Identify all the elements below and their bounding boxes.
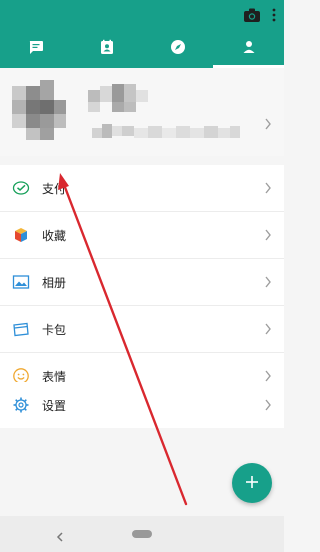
menu-item-cards[interactable]: 卡包 bbox=[0, 306, 284, 352]
chevron-right-icon bbox=[264, 229, 272, 241]
menu-item-label: 支付 bbox=[42, 181, 67, 196]
chevron-right-icon bbox=[264, 276, 272, 288]
chevron-right-icon bbox=[264, 182, 272, 194]
person-icon bbox=[241, 39, 257, 59]
more-vert-icon[interactable] bbox=[272, 8, 276, 22]
chat-bubble-icon bbox=[28, 39, 44, 59]
compass-icon bbox=[170, 39, 186, 59]
menu-item-album[interactable]: 相册 bbox=[0, 259, 284, 305]
system-nav-bar bbox=[0, 516, 284, 552]
menu-item-settings[interactable]: 设置 bbox=[0, 382, 284, 428]
chevron-right-icon bbox=[264, 399, 272, 411]
menu-item-label: 卡包 bbox=[42, 322, 67, 337]
menu-item-favorites[interactable]: 收藏 bbox=[0, 212, 284, 258]
card-wallet-icon bbox=[12, 320, 30, 338]
camera-icon[interactable] bbox=[244, 8, 260, 22]
chevron-right-icon bbox=[264, 323, 272, 335]
obscured-profile-info bbox=[10, 80, 270, 150]
gear-icon bbox=[12, 396, 30, 414]
menu-item-label: 相册 bbox=[42, 275, 67, 290]
nav-back-icon[interactable] bbox=[55, 528, 65, 542]
contacts-book-icon bbox=[99, 39, 115, 59]
tab-discover[interactable] bbox=[142, 30, 213, 68]
add-fab-button[interactable] bbox=[232, 463, 272, 503]
header-actions bbox=[244, 8, 276, 22]
menu-item-label: 设置 bbox=[42, 398, 67, 413]
tab-chats[interactable] bbox=[0, 30, 71, 68]
menu-group-pay: 支付 bbox=[0, 165, 284, 211]
menu-group-personal: 收藏 相册 卡包 表情 bbox=[0, 211, 284, 399]
main-tabs bbox=[0, 30, 284, 68]
album-image-icon bbox=[12, 273, 30, 291]
tab-me[interactable] bbox=[213, 30, 284, 68]
chevron-right-icon bbox=[264, 370, 272, 382]
menu-item-label: 收藏 bbox=[42, 228, 67, 243]
app-bar bbox=[0, 0, 284, 68]
nav-home-pill[interactable] bbox=[132, 530, 152, 538]
favorites-cube-icon bbox=[12, 226, 30, 244]
menu-group-settings: 设置 bbox=[0, 382, 284, 428]
wechat-pay-icon bbox=[12, 179, 30, 197]
menu-item-pay[interactable]: 支付 bbox=[0, 165, 284, 211]
plus-icon bbox=[245, 474, 259, 493]
chevron-right-icon bbox=[264, 118, 272, 130]
profile-header[interactable] bbox=[0, 68, 284, 156]
tab-contacts[interactable] bbox=[71, 30, 142, 68]
